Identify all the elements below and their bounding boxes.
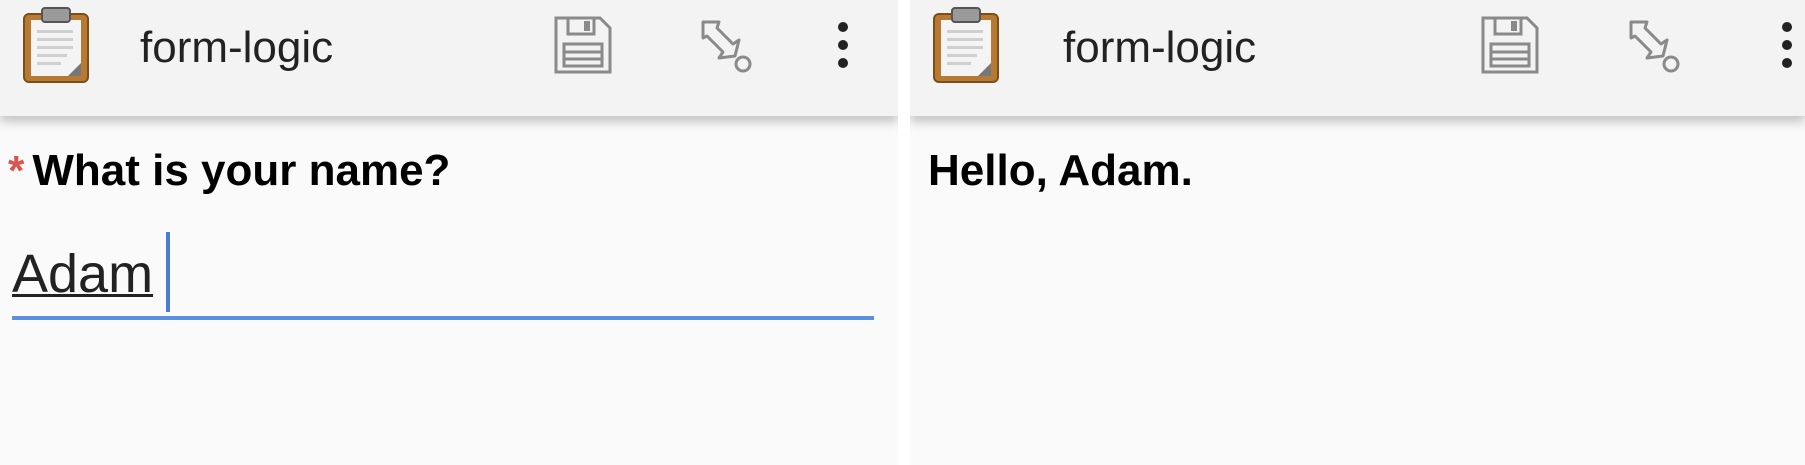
required-marker: * <box>8 147 25 194</box>
jump-icon[interactable] <box>1623 14 1683 74</box>
question-label: * What is your name? <box>8 146 450 196</box>
name-input[interactable] <box>12 232 874 316</box>
app-title: form-logic <box>140 23 334 72</box>
input-underline <box>12 316 874 320</box>
more-vert-icon[interactable] <box>823 14 863 76</box>
text-cursor <box>166 232 170 312</box>
clipboard-icon <box>23 7 89 83</box>
answer-field-container <box>12 232 874 322</box>
jump-icon[interactable] <box>695 14 755 74</box>
more-vert-icon[interactable] <box>1767 14 1805 76</box>
clipboard-icon <box>933 7 999 83</box>
right-screen: form-logic Hello, Adam. <box>910 0 1805 465</box>
app-title: form-logic <box>1063 23 1257 72</box>
screen-divider <box>898 0 910 465</box>
left-screen: form-logic * What is your name? <box>0 0 898 465</box>
app-bar: form-logic <box>910 0 1805 116</box>
app-bar: form-logic <box>0 0 898 116</box>
save-icon[interactable] <box>550 12 616 78</box>
save-icon[interactable] <box>1477 12 1543 78</box>
question-text: What is your name? <box>32 146 451 195</box>
greeting-text: Hello, Adam. <box>928 146 1193 195</box>
